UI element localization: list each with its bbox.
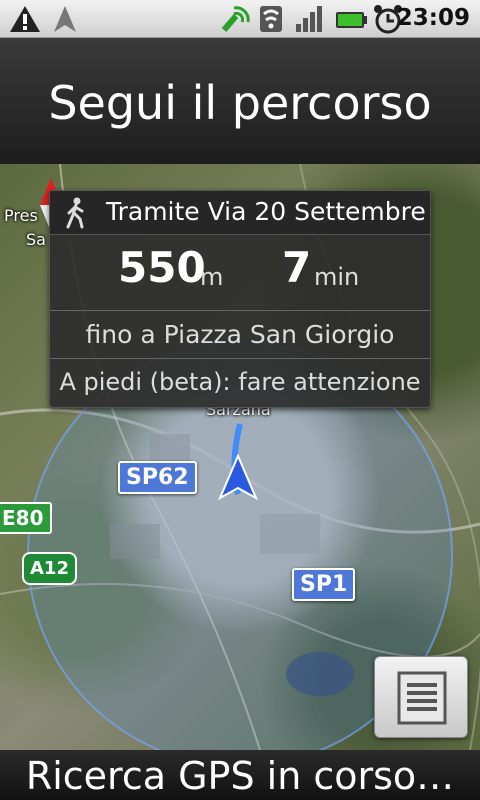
signal-icon — [296, 6, 322, 32]
step-instruction: Tramite Via 20 Settembre — [106, 197, 426, 226]
road-label-sp1: SP1 — [292, 568, 356, 601]
road-label-sp62: SP62 — [118, 461, 197, 494]
step-row: Tramite Via 20 Settembre — [50, 191, 430, 235]
time-unit: min — [314, 263, 360, 291]
wifi-icon — [260, 6, 282, 32]
menu-button[interactable] — [374, 656, 468, 738]
gps-status-bar: Ricerca GPS in corso… — [0, 750, 480, 800]
status-bar: 23:09 — [0, 0, 480, 38]
destination-row: fino a Piazza San Giorgio — [50, 311, 430, 359]
distance-unit: m — [200, 263, 224, 291]
map-view[interactable]: Pres Sa Sarzana SP62 SP1 E80 A12 Tramite… — [0, 164, 480, 750]
title-bar: Segui il percorso — [0, 38, 480, 164]
clock: 23:09 — [396, 5, 470, 31]
place-label-left-second: Sa — [26, 230, 46, 249]
battery-icon — [336, 12, 367, 28]
navigation-icon — [54, 6, 76, 32]
distance-time-row: 550 m 7 min — [50, 235, 430, 311]
gps-status-text: Ricerca GPS in corso… — [25, 754, 455, 798]
road-label-a12: A12 — [22, 552, 77, 585]
warning-row: A piedi (beta): fare attenzione — [59, 368, 421, 396]
place-label-left-top: Pres — [4, 206, 38, 225]
walking-person-icon — [66, 197, 84, 229]
menu-list-icon — [397, 671, 447, 725]
current-location-arrow-icon — [217, 454, 259, 501]
time-value: 7 — [282, 243, 312, 292]
warning-icon — [10, 6, 40, 32]
directions-panel[interactable]: Tramite Via 20 Settembre 550 m 7 min fin… — [49, 190, 431, 408]
page-title: Segui il percorso — [48, 76, 432, 130]
road-label-e80: E80 — [0, 502, 52, 534]
gps-satellite-icon — [221, 6, 250, 32]
distance-value: 550 — [118, 243, 206, 292]
